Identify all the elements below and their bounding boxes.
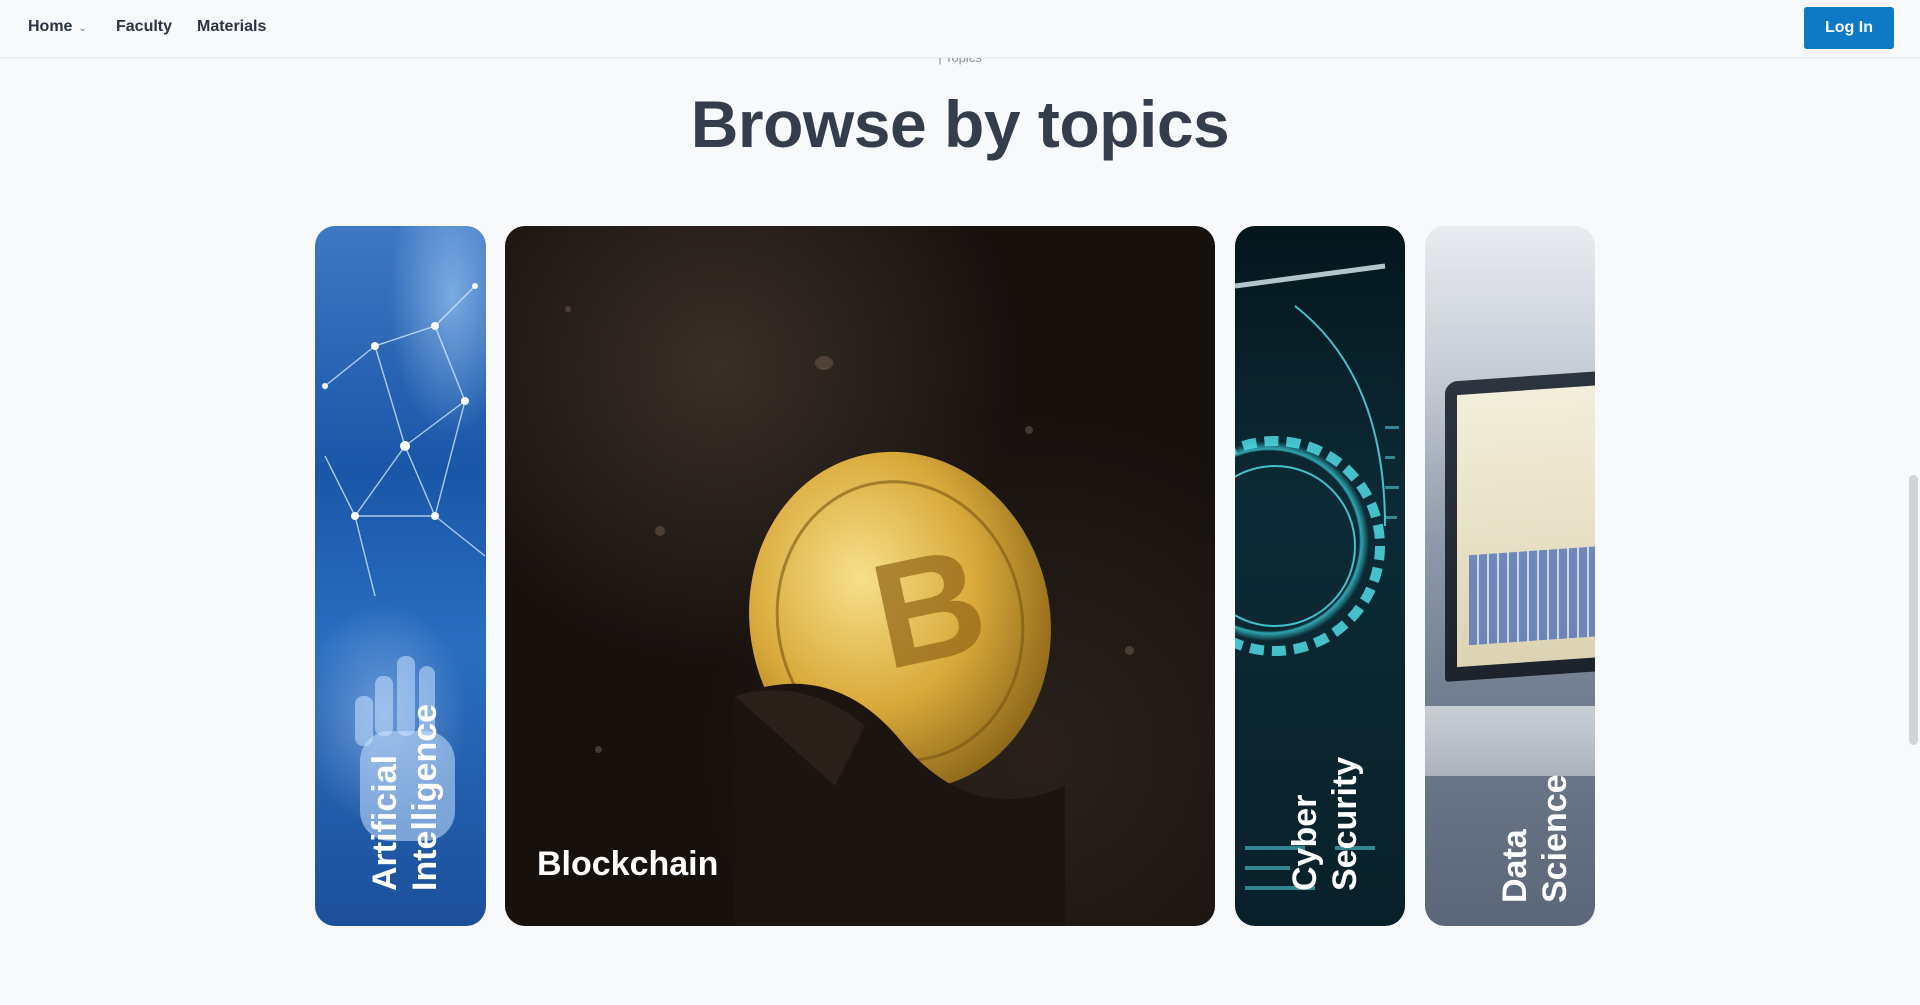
topic-card-data-science[interactable]: Data Science	[1425, 226, 1595, 926]
login-button[interactable]: Log In	[1804, 7, 1894, 49]
scrollbar[interactable]	[1906, 58, 1920, 1005]
nav-faculty-label: Faculty	[116, 18, 173, 35]
top-navbar: Home ⌄ Faculty Materials Log In	[0, 0, 1920, 58]
topic-label: Blockchain	[537, 845, 719, 883]
topic-card-artificial-intelligence[interactable]: Artificial Intelligence	[315, 226, 486, 926]
bitcoin-illustration: B	[735, 451, 1065, 926]
nav-materials-label: Materials	[197, 18, 267, 35]
nav-home-label: Home	[28, 18, 73, 35]
laptop-illustration	[1445, 370, 1595, 682]
topic-label: Artificial Intelligence	[366, 703, 444, 891]
topic-card-blockchain[interactable]: B Blockchain	[505, 226, 1215, 926]
nav-materials[interactable]: Materials	[197, 18, 266, 36]
page-title: Browse by topics	[690, 87, 1230, 161]
scrollbar-thumb[interactable]	[1909, 475, 1918, 745]
topic-card-cyber-security[interactable]: Cyber Security	[1235, 226, 1405, 926]
chevron-down-icon: ⌄	[78, 22, 87, 34]
nav-faculty[interactable]: Faculty	[116, 18, 172, 36]
laptop-base	[1425, 706, 1595, 776]
nav-home[interactable]: Home ⌄	[28, 18, 87, 36]
topic-label: Cyber Security	[1286, 756, 1364, 891]
topic-label: Data Science	[1496, 774, 1574, 903]
